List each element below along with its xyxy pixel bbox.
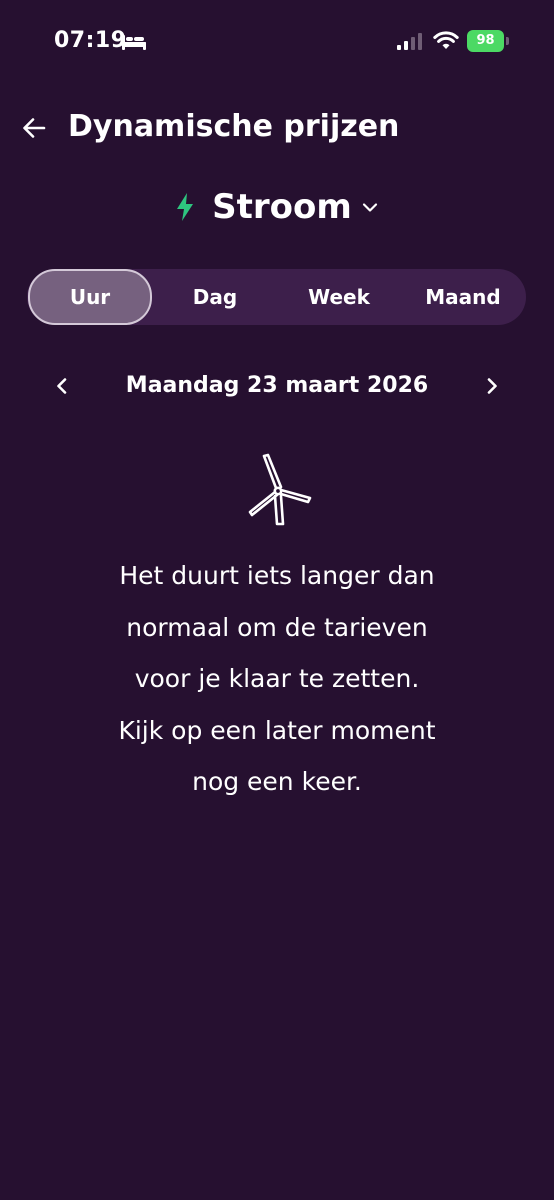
message-line: Kijk op een later moment xyxy=(118,715,436,745)
battery-level: 98 xyxy=(467,30,504,52)
date-navigation: Maandag 23 maart 2026 xyxy=(0,362,554,410)
arrow-left-icon xyxy=(23,118,46,138)
loading-message: Het duurt iets langer dan normaal om de … xyxy=(60,550,494,808)
tab-maand[interactable]: Maand xyxy=(401,269,525,325)
chevron-down-icon xyxy=(360,197,380,217)
next-date-button[interactable] xyxy=(478,372,506,400)
chevron-right-icon xyxy=(487,378,497,394)
message-line: Het duurt iets langer dan xyxy=(119,561,435,590)
back-button[interactable] xyxy=(16,110,52,146)
energy-type-label: Stroom xyxy=(212,187,352,227)
status-time: 07:19 xyxy=(54,28,127,53)
bed-icon xyxy=(122,35,146,50)
tab-week[interactable]: Week xyxy=(277,269,401,325)
period-tabs: Uur Dag Week Maand xyxy=(27,269,526,325)
wind-turbine-icon xyxy=(248,453,312,526)
status-bar: 07:19 98 xyxy=(0,0,554,84)
energy-type-selector[interactable]: Stroom xyxy=(0,182,554,232)
message-line: nog een keer. xyxy=(192,767,362,796)
tab-dag[interactable]: Dag xyxy=(153,269,277,325)
signal-icon xyxy=(397,33,422,50)
page-title: Dynamische prijzen xyxy=(68,109,400,144)
wifi-icon xyxy=(433,31,459,49)
date-label: Maandag 23 maart 2026 xyxy=(125,373,429,398)
lightning-bolt-icon xyxy=(174,192,196,222)
battery-indicator: 98 xyxy=(467,30,509,52)
message-line: voor je klaar te zetten. xyxy=(134,664,420,693)
battery-cap xyxy=(506,37,509,45)
tab-uur[interactable]: Uur xyxy=(28,269,152,325)
message-line: normaal om de tarieven xyxy=(126,612,428,642)
